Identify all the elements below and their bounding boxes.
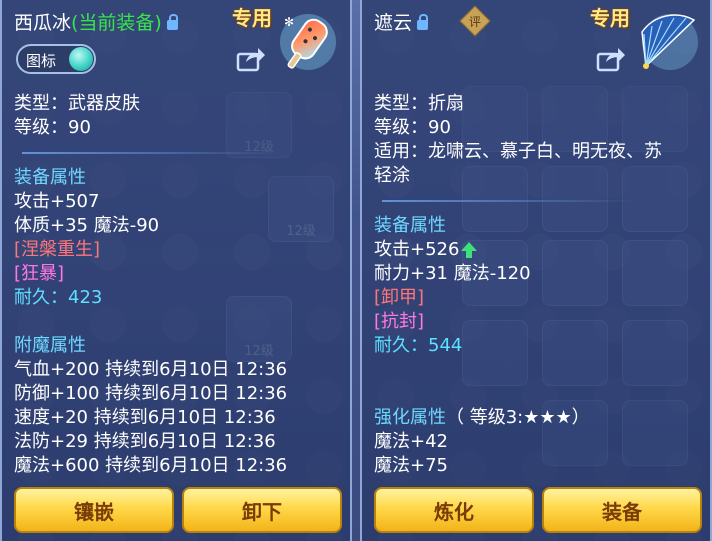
equip-button[interactable]: 装备: [542, 487, 702, 533]
eval-badge-label: 评: [468, 14, 481, 29]
durability: 耐久：423: [14, 286, 102, 310]
info-applicable: 适用：龙啸云、慕子白、明无夜、苏: [374, 141, 662, 162]
enhance-stars: ★★★: [523, 407, 572, 428]
item-name: 遮云: [374, 12, 413, 34]
divider: [22, 152, 282, 154]
info-type: 类型：武器皮肤: [14, 93, 140, 114]
fan-icon: [641, 14, 698, 70]
durability-label: 耐久：: [374, 335, 428, 356]
enhance-level: （ 等级3:: [446, 407, 524, 428]
exclusive-tag: 专用: [590, 6, 630, 30]
icon-toggle[interactable]: 图标: [16, 44, 96, 74]
info-level: 等级：90: [374, 117, 451, 138]
item-title: 西瓜冰(当前装备): [14, 8, 178, 35]
attr-line: 体质+35 魔法-90: [14, 215, 160, 236]
attack-value: 攻击+526: [374, 239, 460, 260]
durability-value: 544: [428, 335, 463, 356]
enhance-title: 强化属性: [374, 407, 446, 428]
enchant-line: 魔法+600 持续到6月10日 12:36: [14, 455, 288, 476]
share-icon[interactable]: [236, 46, 266, 72]
info-level: 等级：90: [14, 117, 91, 138]
divider: [382, 200, 642, 202]
attr-attack: 攻击+507: [14, 191, 100, 212]
lock-icon: [166, 14, 178, 30]
svg-text:✻: ✻: [284, 15, 294, 29]
durability-label: 耐久：: [14, 287, 68, 308]
unequip-button[interactable]: 卸下: [182, 487, 342, 533]
special-effect: [狂暴]: [14, 263, 65, 284]
popsicle-icon: ✻: [280, 14, 336, 70]
enchant-line: 法防+29 持续到6月10日 12:36: [14, 431, 276, 452]
toggle-knob: [69, 47, 93, 71]
enchant-line: 气血+200 持续到6月10日 12:36: [14, 359, 288, 380]
equipped-status: (当前装备): [71, 12, 162, 34]
up-arrow-icon: [461, 242, 478, 258]
enhance-header: 强化属性（ 等级3:★★★）: [374, 406, 590, 430]
info-applicable-cont: 轻涂: [374, 165, 410, 186]
enchant-line: 防御+100 持续到6月10日 12:36: [14, 383, 288, 404]
item-tooltip-left: 西瓜冰(当前装备) 专用 图标 ✻ 类型：武器皮肤 等级：90 装备属性 攻击+…: [0, 0, 352, 541]
enchant-title: 附魔属性: [14, 335, 86, 356]
share-icon[interactable]: [596, 46, 626, 72]
toggle-label: 图标: [26, 52, 57, 70]
enhance-close: ）: [571, 407, 590, 428]
durability-value: 423: [68, 287, 103, 308]
special-skill: [涅槃重生]: [14, 239, 101, 260]
info-type: 类型：折扇: [374, 93, 464, 114]
attr-attack: 攻击+526: [374, 238, 478, 262]
equip-attr-title: 装备属性: [14, 167, 86, 188]
durability: 耐久：544: [374, 334, 462, 358]
equip-attr-title: 装备属性: [374, 215, 446, 236]
item-title: 遮云: [374, 8, 429, 35]
item-tooltip-right: 遮云 评 专用 类型：折扇 等级：90 适用：龙啸云、慕子白、明无夜、苏 轻涂 …: [360, 0, 712, 541]
enhance-attr: 魔法+75: [374, 455, 448, 476]
item-name: 西瓜冰: [14, 12, 72, 34]
special-effect: [抗封]: [374, 311, 425, 332]
eval-badge-icon[interactable]: 评: [459, 5, 491, 37]
lock-icon: [417, 14, 429, 30]
special-skill: [卸甲]: [374, 287, 425, 308]
enhance-attr: 魔法+42: [374, 431, 448, 452]
exclusive-tag: 专用: [232, 6, 272, 30]
enchant-line: 速度+20 持续到6月10日 12:36: [14, 407, 276, 428]
refine-button[interactable]: 炼化: [374, 487, 534, 533]
attr-line: 耐力+31 魔法-120: [374, 263, 531, 284]
inlay-button[interactable]: 镶嵌: [14, 487, 174, 533]
